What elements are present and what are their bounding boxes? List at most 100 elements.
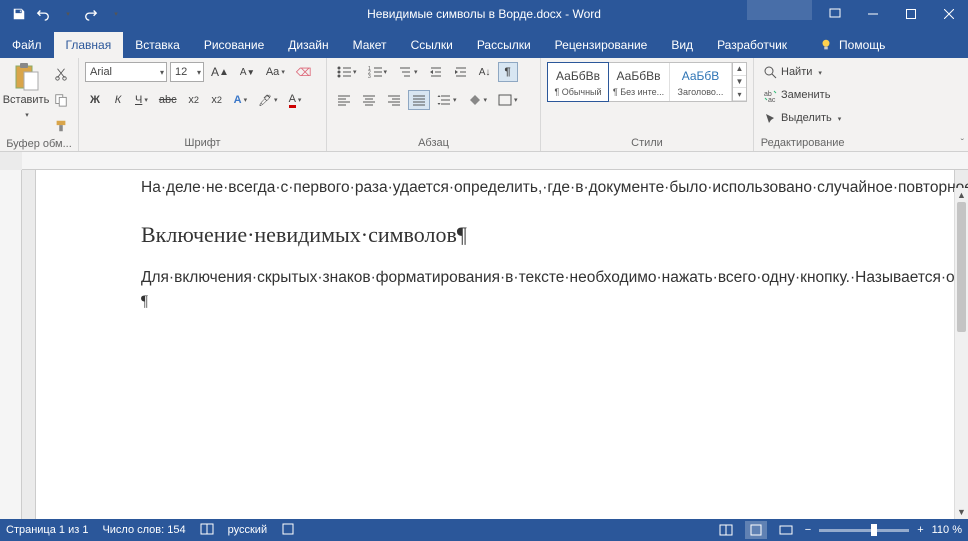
redo-button[interactable] <box>80 3 102 25</box>
tab-review[interactable]: Рецензирование <box>543 32 660 58</box>
maximize-button[interactable] <box>892 0 930 28</box>
replace-button[interactable]: abac Заменить <box>760 85 845 105</box>
text-effects-button[interactable]: A <box>230 90 251 110</box>
status-words[interactable]: Число слов: 154 <box>102 524 185 536</box>
grow-font-button[interactable]: A▲ <box>207 62 233 82</box>
group-font: Arial 12 A▲ A▼ Aa ⌫ Ж К Ч abc x2 x2 A 🖊 … <box>79 58 327 151</box>
paragraph-2[interactable]: Для·включения·скрытых·знаков·форматирова… <box>141 266 926 290</box>
tab-mailings[interactable]: Рассылки <box>465 32 543 58</box>
paragraph-1[interactable]: На·деле·не·всегда·с·первого·раза·удается… <box>141 176 926 200</box>
qat-customize[interactable] <box>104 3 126 25</box>
scroll-up-button[interactable]: ▲ <box>955 188 968 202</box>
view-web-button[interactable] <box>775 521 797 539</box>
view-read-button[interactable] <box>715 521 737 539</box>
font-color-button[interactable]: A <box>285 90 306 110</box>
tab-draw[interactable]: Рисование <box>192 32 276 58</box>
ribbon-options-button[interactable] <box>816 0 854 28</box>
cut-button[interactable] <box>50 64 72 84</box>
ribbon-tabs: Файл Главная Вставка Рисование Дизайн Ма… <box>0 28 968 58</box>
justify-icon <box>412 94 426 106</box>
change-case-button[interactable]: Aa <box>262 62 289 82</box>
styles-more[interactable]: ▾ <box>733 88 746 101</box>
align-right-button[interactable] <box>383 90 405 110</box>
superscript-button[interactable]: x2 <box>207 90 227 110</box>
sort-button[interactable]: A↓ <box>475 62 495 82</box>
align-left-icon <box>337 94 351 106</box>
group-font-label: Шрифт <box>85 135 320 149</box>
replace-icon: abac <box>764 89 777 102</box>
font-name-combo[interactable]: Arial <box>85 62 167 82</box>
status-page[interactable]: Страница 1 из 1 <box>6 524 88 536</box>
collapse-ribbon-button[interactable]: ˇ <box>961 138 964 149</box>
decrease-indent-button[interactable] <box>425 62 447 82</box>
styles-scroll-down[interactable]: ▼ <box>733 76 746 89</box>
styles-scroll-up[interactable]: ▲ <box>733 63 746 76</box>
subscript-button[interactable]: x2 <box>184 90 204 110</box>
undo-button[interactable] <box>32 3 54 25</box>
view-print-button[interactable] <box>745 521 767 539</box>
align-center-button[interactable] <box>358 90 380 110</box>
tab-insert[interactable]: Вставка <box>123 32 192 58</box>
bullets-button[interactable] <box>333 62 361 82</box>
bold-button[interactable]: Ж <box>85 90 105 110</box>
account-button[interactable] <box>747 0 812 20</box>
zoom-in-button[interactable]: + <box>917 524 923 536</box>
select-button[interactable]: Выделить <box>760 108 845 128</box>
group-editing: Найти abac Заменить Выделить Редактирова… <box>754 58 851 151</box>
paragraph-empty[interactable]: ¶ <box>141 290 926 314</box>
ruler-horizontal[interactable] <box>22 152 968 170</box>
multilevel-button[interactable] <box>394 62 422 82</box>
format-painter-button[interactable] <box>50 116 72 136</box>
shading-button[interactable] <box>464 90 492 110</box>
tab-view[interactable]: Вид <box>659 32 705 58</box>
line-spacing-button[interactable] <box>433 90 461 110</box>
scroll-down-button[interactable]: ▼ <box>955 505 968 519</box>
tell-me[interactable]: Помощь <box>807 32 897 58</box>
shrink-font-button[interactable]: A▼ <box>236 62 259 82</box>
scrollbar-vertical[interactable]: ▲ ▼ <box>954 188 968 519</box>
align-left-button[interactable] <box>333 90 355 110</box>
highlight-icon: 🖊 <box>258 94 272 107</box>
heading-1[interactable]: Включение·невидимых·символов¶ <box>141 218 926 252</box>
highlight-button[interactable]: 🖊 <box>254 90 281 110</box>
close-button[interactable] <box>930 0 968 28</box>
save-button[interactable] <box>8 3 30 25</box>
style-no-spacing[interactable]: АаБбВв ¶ Без инте... <box>608 63 670 101</box>
document-area[interactable]: На·деле·не·всегда·с·первого·раза·удается… <box>0 170 968 519</box>
strikethrough-button[interactable]: abc <box>155 90 181 110</box>
spacing-icon <box>437 94 451 106</box>
font-size-combo[interactable]: 12 <box>170 62 204 82</box>
style-normal[interactable]: АаБбВв ¶ Обычный <box>547 62 609 102</box>
underline-button[interactable]: Ч <box>131 90 152 110</box>
status-proofing[interactable] <box>200 522 214 539</box>
show-hide-marks-button[interactable]: ¶ <box>498 62 518 82</box>
status-language[interactable]: русский <box>228 524 267 536</box>
justify-button[interactable] <box>408 90 430 110</box>
tab-developer[interactable]: Разработчик <box>705 32 799 58</box>
borders-button[interactable] <box>494 90 522 110</box>
tab-file[interactable]: Файл <box>0 32 54 58</box>
italic-button[interactable]: К <box>108 90 128 110</box>
minimize-button[interactable] <box>854 0 892 28</box>
zoom-slider[interactable] <box>819 529 909 532</box>
style-heading1[interactable]: АаБбВ Заголово... <box>670 63 732 101</box>
zoom-level[interactable]: 110 % <box>932 524 962 536</box>
page[interactable]: На·деле·не·всегда·с·первого·раза·удается… <box>36 170 954 519</box>
tab-references[interactable]: Ссылки <box>399 32 465 58</box>
tab-home[interactable]: Главная <box>54 32 124 58</box>
find-button[interactable]: Найти <box>760 62 845 82</box>
copy-button[interactable] <box>50 90 72 110</box>
tab-layout[interactable]: Макет <box>341 32 399 58</box>
scroll-thumb[interactable] <box>957 202 966 332</box>
clear-formatting-button[interactable]: ⌫ <box>292 62 316 82</box>
undo-dropdown[interactable] <box>56 3 78 25</box>
macro-icon <box>281 522 295 536</box>
status-macros[interactable] <box>281 522 295 539</box>
zoom-out-button[interactable]: − <box>805 524 811 536</box>
increase-indent-button[interactable] <box>450 62 472 82</box>
zoom-thumb[interactable] <box>871 524 877 536</box>
paste-button[interactable]: Вставить <box>6 62 46 120</box>
numbering-button[interactable]: 123 <box>364 62 392 82</box>
brush-icon <box>54 119 68 133</box>
tab-design[interactable]: Дизайн <box>276 32 340 58</box>
